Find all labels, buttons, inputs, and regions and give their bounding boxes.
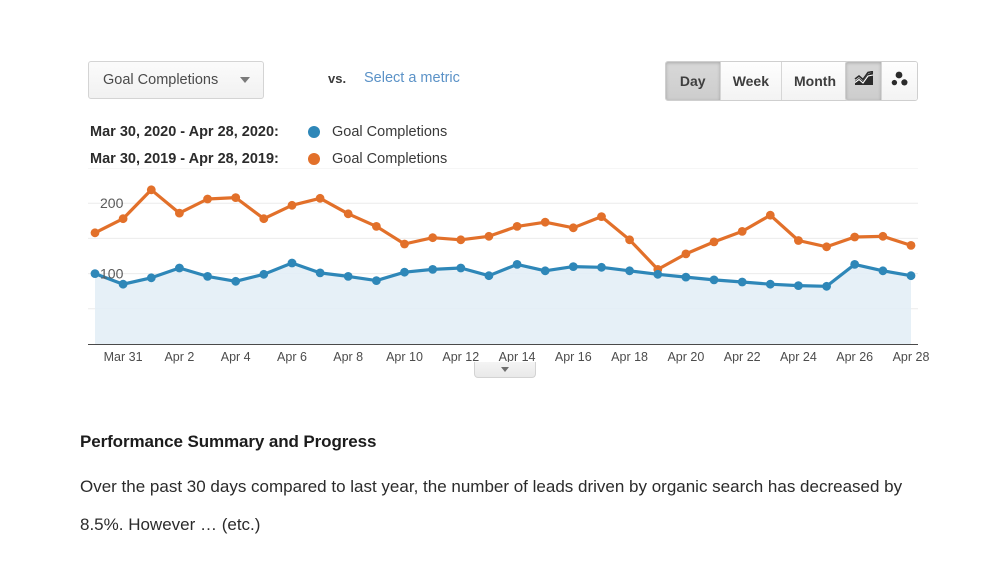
summary-heading: Performance Summary and Progress [80, 432, 377, 451]
chart-type-toggle-group [845, 61, 918, 101]
legend-date-range-current: Mar 30, 2020 - Apr 28, 2020: [90, 123, 279, 140]
metric-select-label: Goal Completions [103, 72, 219, 88]
timeseries-chart[interactable]: 100 200 [88, 168, 918, 344]
scatter-chart-icon [890, 71, 910, 92]
legend-item-current: Mar 30, 2020 - Apr 28, 2020: Goal Comple… [90, 118, 447, 145]
svg-text:200: 200 [100, 195, 124, 211]
chart-toolbar: Goal Completions vs. Select a metric Day… [88, 58, 918, 104]
svg-text:100: 100 [100, 266, 124, 282]
x-axis-tick-label: Apr 10 [386, 350, 423, 364]
legend-color-dot-previous [308, 152, 320, 165]
x-axis-tick-label: Apr 6 [277, 350, 307, 364]
line-chart-icon [854, 70, 874, 92]
x-axis-tick-label: Apr 20 [667, 350, 705, 364]
x-axis-tick-label: Apr 18 [611, 350, 649, 364]
x-axis-tick-label: Apr 26 [836, 350, 874, 364]
x-axis-tick-label: Apr 28 [892, 350, 930, 364]
select-a-metric-link[interactable]: Select a metric [364, 70, 460, 86]
chevron-down-icon [501, 367, 509, 372]
vs-label: vs. [328, 71, 347, 86]
summary-body: Over the past 30 days compared to last y… [80, 477, 903, 534]
x-axis-tick-label: Apr 16 [554, 350, 592, 364]
legend-color-dot-current [308, 125, 320, 138]
x-axis-tick-label: Apr 24 [779, 350, 817, 364]
legend-metric-previous: Goal Completions [332, 150, 448, 167]
scatter-chart-type-button[interactable] [882, 62, 917, 100]
granularity-month-button[interactable]: Month [782, 62, 848, 100]
x-axis-tick-label: Apr 2 [164, 350, 195, 364]
chevron-down-icon [240, 77, 251, 83]
chart-collapse-tab[interactable] [474, 362, 536, 378]
granularity-week-button[interactable]: Week [720, 62, 783, 100]
legend-metric-current: Goal Completions [332, 123, 448, 140]
x-axis-tick-label: Mar 31 [103, 350, 143, 364]
line-chart-type-button[interactable] [846, 62, 882, 100]
x-axis-tick-label: Apr 22 [723, 350, 761, 364]
chart-legend: Mar 30, 2020 - Apr 28, 2020: Goal Comple… [90, 118, 447, 172]
x-axis-tick-label: Apr 8 [333, 350, 364, 364]
metric-select-dropdown[interactable]: Goal Completions [88, 61, 265, 99]
granularity-day-button[interactable]: Day [665, 62, 721, 100]
chart-canvas: 100 200 [88, 168, 918, 344]
granularity-toggle-group: Day Week Month [664, 61, 849, 101]
x-axis-tick-label: Apr 4 [220, 350, 251, 364]
summary-section: Performance Summary and Progress Over th… [80, 432, 910, 544]
legend-date-range-previous: Mar 30, 2019 - Apr 28, 2019: [90, 150, 279, 167]
